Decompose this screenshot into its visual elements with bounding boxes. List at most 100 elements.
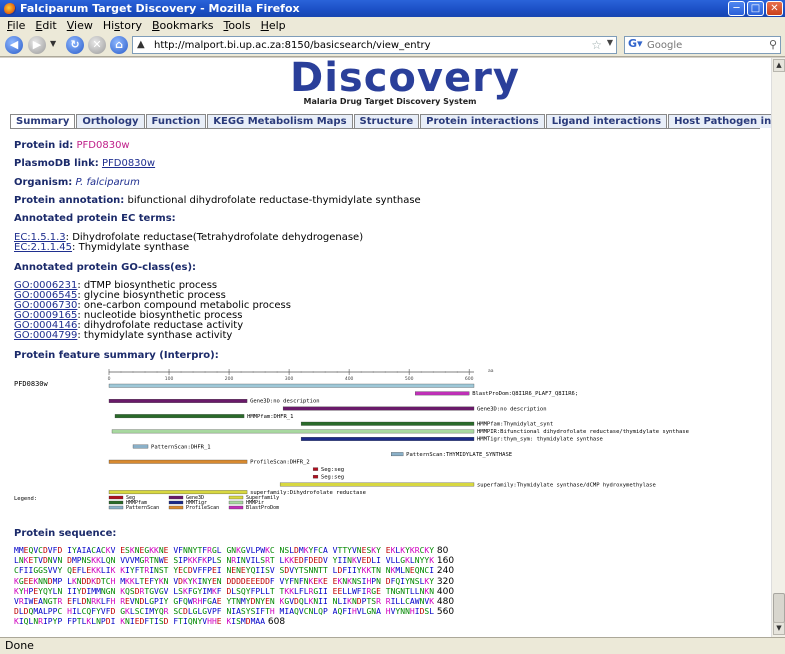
feature-axis-tick-label: 400 xyxy=(345,376,354,382)
feature-track-label: superfamily:Thymidylate synthase/dCMP hy… xyxy=(477,482,656,488)
sequence-line: KYHPEYQYLN IIYDIMMNGN KQSDRTGVGV LSKFGYI… xyxy=(14,587,454,597)
sequence-position: 240 xyxy=(434,566,455,577)
reload-icon[interactable]: ↻ xyxy=(66,36,84,54)
feature-track-label: HMMPfam:Thymidylat_synt xyxy=(477,422,553,428)
menu-tools[interactable]: Tools xyxy=(223,19,250,32)
sequence-line: KIQLNRIPYP FPTLKLNPDI KNIEDFTISD FTIQNYV… xyxy=(14,617,454,627)
tab-summary[interactable]: Summary xyxy=(10,114,76,129)
scroll-up-icon[interactable]: ▲ xyxy=(773,59,785,72)
minimize-button[interactable]: ─ xyxy=(728,1,745,16)
search-icon[interactable]: ⚲ xyxy=(769,38,777,51)
feature-track-bar xyxy=(300,421,475,426)
close-button[interactable]: ✕ xyxy=(766,1,783,16)
address-bar[interactable]: ▲ ☆ ▼ xyxy=(132,36,617,54)
feature-track-label: PatternScan:DHFR_1 xyxy=(151,444,211,450)
menu-history[interactable]: History xyxy=(103,19,142,32)
google-engine-icon[interactable]: G▾ xyxy=(625,37,647,53)
legend-entry: ProfileScan xyxy=(186,505,219,511)
feature-track-label: ProfileScan:DHFR_2 xyxy=(250,460,310,466)
sequence-line: VRIWEANGTR EFLDNRKLFH REVNDLGPIY GFQWRHF… xyxy=(14,597,454,607)
feature-track-bar xyxy=(108,399,248,403)
feature-track-bar xyxy=(300,437,475,441)
tab-strip: Summary Orthology Function KEGG Metaboli… xyxy=(10,114,771,129)
tab-ligand-interactions[interactable]: Ligand interactions xyxy=(545,114,668,128)
status-text: Done xyxy=(5,639,34,652)
sequence-residues: KGEEKNNDMP LKNDDKDTCH MKKLTEFYKN VDKYKIN… xyxy=(14,576,435,586)
feature-axis-tick-label: 300 xyxy=(285,376,294,382)
feature-track-bar xyxy=(132,444,149,449)
feature-track-label: Gene3D:no description xyxy=(477,406,547,412)
go-heading: Annotated protein GO-class(es): xyxy=(14,262,197,273)
feature-summary-heading: Protein feature summary (Interpro): xyxy=(14,350,219,361)
stop-icon[interactable]: ✕ xyxy=(88,36,106,54)
tab-structure[interactable]: Structure xyxy=(353,114,420,128)
url-dropdown-icon[interactable]: ▼ xyxy=(607,38,613,47)
feature-axis-unit: aa xyxy=(488,369,494,374)
protein-id-row: Protein id: PFD0830w xyxy=(14,140,130,151)
sequence-residues: LNKETVDNVN DMPNSKKLQN VVVMGRTNWE SIPKKFK… xyxy=(14,556,435,566)
tab-kegg[interactable]: KEGG Metabolism Maps xyxy=(207,114,353,128)
feature-track-label: Gene3D:no description xyxy=(250,399,320,405)
legend-swatch xyxy=(228,500,244,505)
home-icon[interactable]: ⌂ xyxy=(110,36,128,54)
feature-track-bar xyxy=(108,490,248,495)
page-favicon-icon: ▲ xyxy=(137,39,145,50)
menu-edit[interactable]: Edit xyxy=(35,19,56,32)
ec-link[interactable]: EC:2.1.1.45 xyxy=(14,242,72,253)
search-input[interactable] xyxy=(647,39,752,51)
tab-protein-interactions[interactable]: Protein interactions xyxy=(420,114,545,128)
scroll-thumb[interactable] xyxy=(773,593,785,623)
legend-swatch xyxy=(108,500,124,505)
plasmodb-link[interactable]: PFD0830w xyxy=(102,158,155,169)
menu-view[interactable]: View xyxy=(67,19,93,32)
sequence-position: 400 xyxy=(434,586,455,597)
sequence-residues: KIQLNRIPYP FPTLKLNPDI KNIEDFTISD FTIQNYV… xyxy=(14,617,266,627)
scroll-down-icon[interactable]: ▼ xyxy=(773,622,785,635)
menu-help[interactable]: Help xyxy=(261,19,286,32)
back-arrow-icon[interactable]: ◀ xyxy=(5,36,23,54)
bookmark-star-icon[interactable]: ☆ xyxy=(591,38,602,52)
sequence-line: LNKETVDNVN DMPNSKKLQN VVVMGRTNWE SIPKKFK… xyxy=(14,556,454,566)
tab-function[interactable]: Function xyxy=(145,114,207,128)
page-content: Discovery Malaria Drug Target Discovery … xyxy=(0,58,771,637)
forward-arrow-icon[interactable]: ▶ xyxy=(28,36,46,54)
sequence-residues: KYHPEYQYLN IIYDIMMNGN KQSDRTGVGV LSKFGYI… xyxy=(14,586,435,596)
sequence-residues: MMEQVCDVFD IYAIACACKV ESKNEGKKNE VFNNYTF… xyxy=(14,546,435,555)
window-title: Falciparum Target Discovery - Mozilla Fi… xyxy=(20,2,300,15)
feature-track-bar xyxy=(111,429,475,434)
menu-bookmarks[interactable]: Bookmarks xyxy=(152,19,213,32)
tab-orthology[interactable]: Orthology xyxy=(76,114,145,128)
feature-protein-label: PFD0830w xyxy=(14,380,49,388)
tab-host-pathogen[interactable]: Host Pathogen interactions xyxy=(668,114,771,128)
legend-swatch xyxy=(168,505,184,510)
sequence-residues: VRIWEANGTR EFLDNRKLFH REVNDLGPIY GFQWRHF… xyxy=(14,597,435,607)
feature-track-label: Seg:seg xyxy=(321,467,344,473)
legend-swatch xyxy=(168,495,184,500)
feature-axis-tick-label: 500 xyxy=(405,376,414,382)
annotation-row: Protein annotation: bifunctional dihydro… xyxy=(14,195,421,206)
sequence-heading: Protein sequence: xyxy=(14,528,117,539)
ec-term-row: EC:2.1.1.45: Thymidylate synthase xyxy=(14,242,190,253)
menu-bar: File Edit View History Bookmarks Tools H… xyxy=(0,17,785,33)
feature-axis-tick-label: 0 xyxy=(108,376,111,382)
feature-track-label: BlastProDom:Q8I1R6_PLAF7_Q8I1R6; xyxy=(472,391,578,397)
sequence-line: CFIIGGSVVY QEFLEKKLIK KIYFTRINST YECDVFF… xyxy=(14,566,454,576)
url-input[interactable] xyxy=(154,39,574,51)
feature-map: PFD0830w 0 100 200 300 400 500 600 aa BlastProDom… xyxy=(14,369,689,511)
history-dropdown-icon[interactable]: ▼ xyxy=(50,39,56,48)
navigation-toolbar: ◀ ▶ ▼ ↻ ✕ ⌂ ▲ ☆ ▼ G▾ ⚲ xyxy=(0,33,785,57)
feature-axis-tick-label: 600 xyxy=(465,376,474,382)
menu-file[interactable]: File xyxy=(7,19,25,32)
legend-entry: PatternScan xyxy=(126,505,159,511)
maximize-button[interactable]: □ xyxy=(747,1,764,16)
sequence-position: 480 xyxy=(434,597,455,608)
window-titlebar: Falciparum Target Discovery - Mozilla Fi… xyxy=(0,0,785,17)
feature-track-bar xyxy=(312,467,319,471)
protein-id-value: PFD0830w xyxy=(76,140,130,151)
search-bar[interactable]: G▾ ⚲ xyxy=(624,36,781,54)
feature-axis-tick-label: 200 xyxy=(225,376,234,382)
vertical-scrollbar[interactable]: ▲ ▼ xyxy=(771,58,785,637)
firefox-icon xyxy=(4,2,16,15)
sequence-line: DLDQMALPPC HILCQFYVFD GKLSCIMYQR SCDLGLG… xyxy=(14,607,454,617)
go-link[interactable]: GO:0004799 xyxy=(14,330,77,341)
